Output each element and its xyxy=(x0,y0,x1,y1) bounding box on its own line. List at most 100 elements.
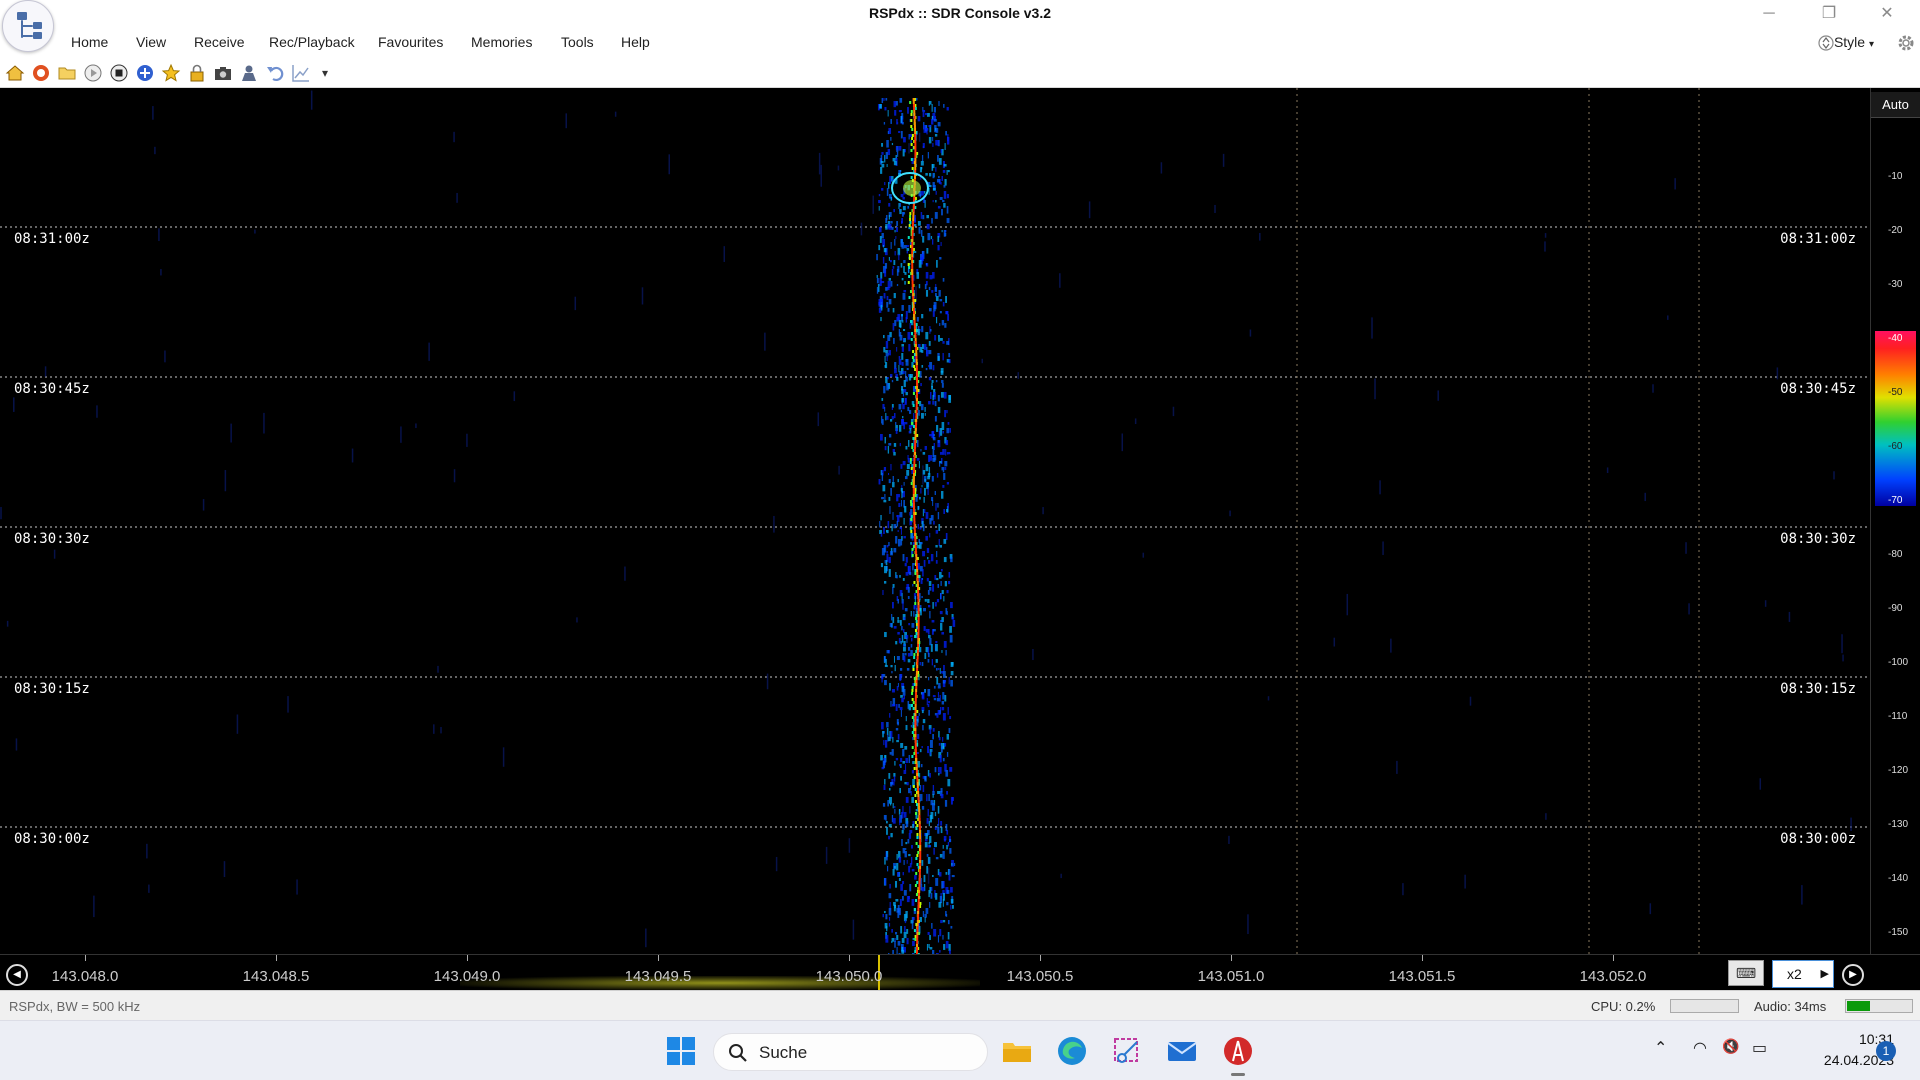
signal-fragment xyxy=(938,737,941,741)
signal-fragment xyxy=(878,206,880,211)
signal-fragment xyxy=(876,275,878,278)
zoom-select[interactable]: x2 ▶ xyxy=(1772,960,1834,988)
signal-fragment xyxy=(887,308,890,312)
signal-fragment xyxy=(909,410,912,414)
play-icon[interactable] xyxy=(83,63,103,83)
sdr-console-taskbar-icon[interactable] xyxy=(1221,1034,1255,1068)
signal-fragment xyxy=(876,287,879,294)
signal-fragment xyxy=(885,98,888,101)
signal-core xyxy=(912,218,915,221)
signal-core xyxy=(918,815,921,818)
toolbar-more-button[interactable]: ▾ xyxy=(322,63,342,83)
home-icon[interactable] xyxy=(5,63,25,83)
battery-icon[interactable]: ▭ xyxy=(1752,1038,1767,1058)
camera-icon[interactable] xyxy=(213,63,233,83)
signal-fragment xyxy=(921,167,923,170)
signal-fragment xyxy=(923,497,925,503)
signal-core xyxy=(914,155,917,158)
signal-fragment xyxy=(930,329,932,332)
signal-fragment xyxy=(915,812,918,815)
file-explorer-icon[interactable] xyxy=(1000,1034,1034,1068)
signal-fragment xyxy=(898,356,901,359)
signal-core xyxy=(915,686,918,689)
signal-core xyxy=(913,107,916,110)
taskbar-search-box[interactable]: Suche xyxy=(713,1033,988,1071)
windows-start-icon[interactable] xyxy=(664,1034,698,1068)
signal-fragment xyxy=(911,716,914,719)
menu-memories[interactable]: Memories xyxy=(471,34,532,50)
signal-fragment xyxy=(932,875,934,878)
noise-speck xyxy=(1229,510,1231,517)
signal-fragment xyxy=(889,683,891,691)
signal-fragment xyxy=(939,299,943,302)
signal-fragment xyxy=(912,425,915,428)
signal-fragment xyxy=(891,416,894,420)
noise-speck xyxy=(1042,507,1044,515)
signal-fragment xyxy=(911,686,914,689)
user-icon[interactable] xyxy=(239,63,259,83)
signal-fragment xyxy=(928,101,930,106)
menu-tools[interactable]: Tools xyxy=(561,34,594,50)
speaker-muted-icon[interactable]: 🔇 xyxy=(1722,1038,1739,1055)
signal-fragment xyxy=(899,677,902,681)
notification-badge[interactable]: 1 xyxy=(1876,1041,1896,1061)
scroll-right-button[interactable]: ▶ xyxy=(1842,964,1864,986)
mail-icon[interactable] xyxy=(1165,1034,1199,1068)
star-icon[interactable] xyxy=(161,63,181,83)
folder-icon[interactable] xyxy=(57,63,77,83)
signal-fragment xyxy=(902,404,905,410)
style-menu[interactable]: Style ▾ xyxy=(1834,34,1874,50)
menu-receive[interactable]: Receive xyxy=(194,34,245,50)
signal-fragment xyxy=(903,812,907,818)
signal-fragment xyxy=(909,830,913,834)
frequency-axis[interactable]: ◀ 143.048.0 143.048.5 143.049.0 143.049.… xyxy=(0,954,1920,991)
keyboard-button[interactable]: ⌨ xyxy=(1728,960,1764,986)
stop-icon[interactable] xyxy=(109,63,129,83)
menu-help[interactable]: Help xyxy=(621,34,650,50)
signal-fragment xyxy=(902,389,905,397)
signal-core xyxy=(915,347,918,350)
tray-overflow-chevron[interactable]: ⌃ xyxy=(1654,1038,1667,1058)
settings-gear-icon[interactable] xyxy=(1896,33,1916,53)
wifi-icon[interactable]: ◠ xyxy=(1693,1038,1707,1058)
menu-home[interactable]: Home xyxy=(71,34,108,50)
signal-core xyxy=(917,629,920,632)
scale-tick: -60 xyxy=(1888,441,1903,452)
menu-rec-playback[interactable]: Rec/Playback xyxy=(269,34,355,50)
signal-fragment xyxy=(917,545,920,549)
signal-fragment xyxy=(884,365,886,368)
signal-fragment xyxy=(886,926,888,932)
signal-fragment xyxy=(884,878,887,886)
signal-fragment xyxy=(913,581,916,584)
signal-fragment xyxy=(883,248,887,253)
auto-scale-button[interactable]: Auto xyxy=(1871,92,1920,118)
signal-fragment xyxy=(888,569,891,577)
edge-browser-icon[interactable] xyxy=(1055,1034,1089,1068)
lifebuoy-icon[interactable] xyxy=(31,63,51,83)
minimize-button[interactable]: ─ xyxy=(1740,0,1798,28)
noise-speck xyxy=(915,285,917,302)
undo-icon[interactable] xyxy=(265,63,285,83)
chart-icon[interactable] xyxy=(291,63,311,83)
snipping-tool-icon[interactable] xyxy=(1110,1034,1144,1068)
lock-icon[interactable] xyxy=(187,63,207,83)
signal-fragment xyxy=(887,149,891,156)
close-button[interactable]: ✕ xyxy=(1858,0,1916,28)
signal-fragment xyxy=(901,830,904,834)
waterfall-display[interactable]: 08:31:00z 08:30:45z 08:30:30z 08:30:15z … xyxy=(0,88,1870,954)
signal-fragment xyxy=(935,668,938,671)
add-icon[interactable] xyxy=(135,63,155,83)
signal-core xyxy=(911,224,914,227)
signal-fragment xyxy=(909,512,911,516)
scroll-left-button[interactable]: ◀ xyxy=(6,964,28,986)
restore-button[interactable]: ❐ xyxy=(1800,0,1858,28)
noise-speck xyxy=(160,269,162,276)
noise-speck xyxy=(202,499,205,511)
noise-speck xyxy=(453,131,455,143)
menu-favourites[interactable]: Favourites xyxy=(378,34,443,50)
signal-fragment xyxy=(924,839,928,842)
menu-view[interactable]: View xyxy=(136,34,166,50)
app-menu-icon[interactable] xyxy=(2,0,54,52)
signal-fragment xyxy=(900,410,902,413)
level-colorbar[interactable] xyxy=(1875,331,1916,506)
